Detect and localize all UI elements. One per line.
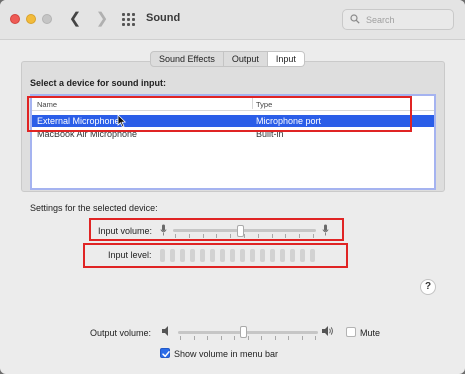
tab-output[interactable]: Output bbox=[224, 52, 268, 66]
speaker-low-icon bbox=[162, 326, 168, 336]
search-field[interactable]: Search bbox=[342, 9, 454, 30]
highlight-box-selected-device bbox=[27, 96, 412, 132]
input-volume-ticks bbox=[175, 234, 314, 238]
title-bar: ❮ ❯ Sound Search bbox=[0, 0, 465, 40]
checkmark-icon bbox=[162, 351, 170, 358]
zoom-window-button[interactable] bbox=[42, 14, 52, 24]
mute-checkbox[interactable] bbox=[346, 327, 356, 337]
device-settings-heading: Settings for the selected device: bbox=[30, 203, 158, 213]
show-volume-label: Show volume in menu bar bbox=[174, 349, 279, 359]
forward-chevron-icon[interactable]: ❯ bbox=[93, 9, 111, 29]
tab-bar: Sound Effects Output Input bbox=[150, 51, 305, 67]
input-level-meter bbox=[160, 249, 315, 262]
mute-label: Mute bbox=[360, 328, 381, 338]
output-volume-label: Output volume: bbox=[90, 328, 152, 338]
output-volume-ticks bbox=[180, 336, 316, 340]
input-volume-slider-thumb[interactable] bbox=[236, 225, 244, 237]
output-volume-slider-thumb[interactable] bbox=[240, 326, 248, 338]
show-volume-checkbox[interactable] bbox=[160, 348, 170, 358]
close-window-button[interactable] bbox=[10, 14, 20, 24]
microphone-high-icon bbox=[322, 224, 329, 236]
search-placeholder: Search bbox=[366, 15, 395, 25]
speaker-high-icon bbox=[322, 326, 333, 336]
minimize-window-button[interactable] bbox=[26, 14, 36, 24]
window-title: Sound bbox=[146, 12, 181, 24]
tab-sound-effects[interactable]: Sound Effects bbox=[151, 52, 224, 66]
sound-preferences-window: ❮ ❯ Sound Search Sound Effects Output In… bbox=[0, 0, 465, 374]
microphone-low-icon bbox=[160, 224, 167, 236]
tab-input[interactable]: Input bbox=[267, 52, 304, 66]
search-icon bbox=[350, 14, 360, 24]
output-volume-track[interactable] bbox=[178, 331, 318, 334]
help-button[interactable]: ? bbox=[420, 279, 436, 295]
input-volume-label: Input volume: bbox=[98, 226, 153, 236]
input-volume-track[interactable] bbox=[173, 229, 316, 232]
back-chevron-icon[interactable]: ❮ bbox=[66, 9, 84, 29]
input-device-heading: Select a device for sound input: bbox=[30, 78, 167, 88]
show-all-grid-icon[interactable] bbox=[122, 13, 135, 26]
input-level-label: Input level: bbox=[108, 250, 152, 260]
